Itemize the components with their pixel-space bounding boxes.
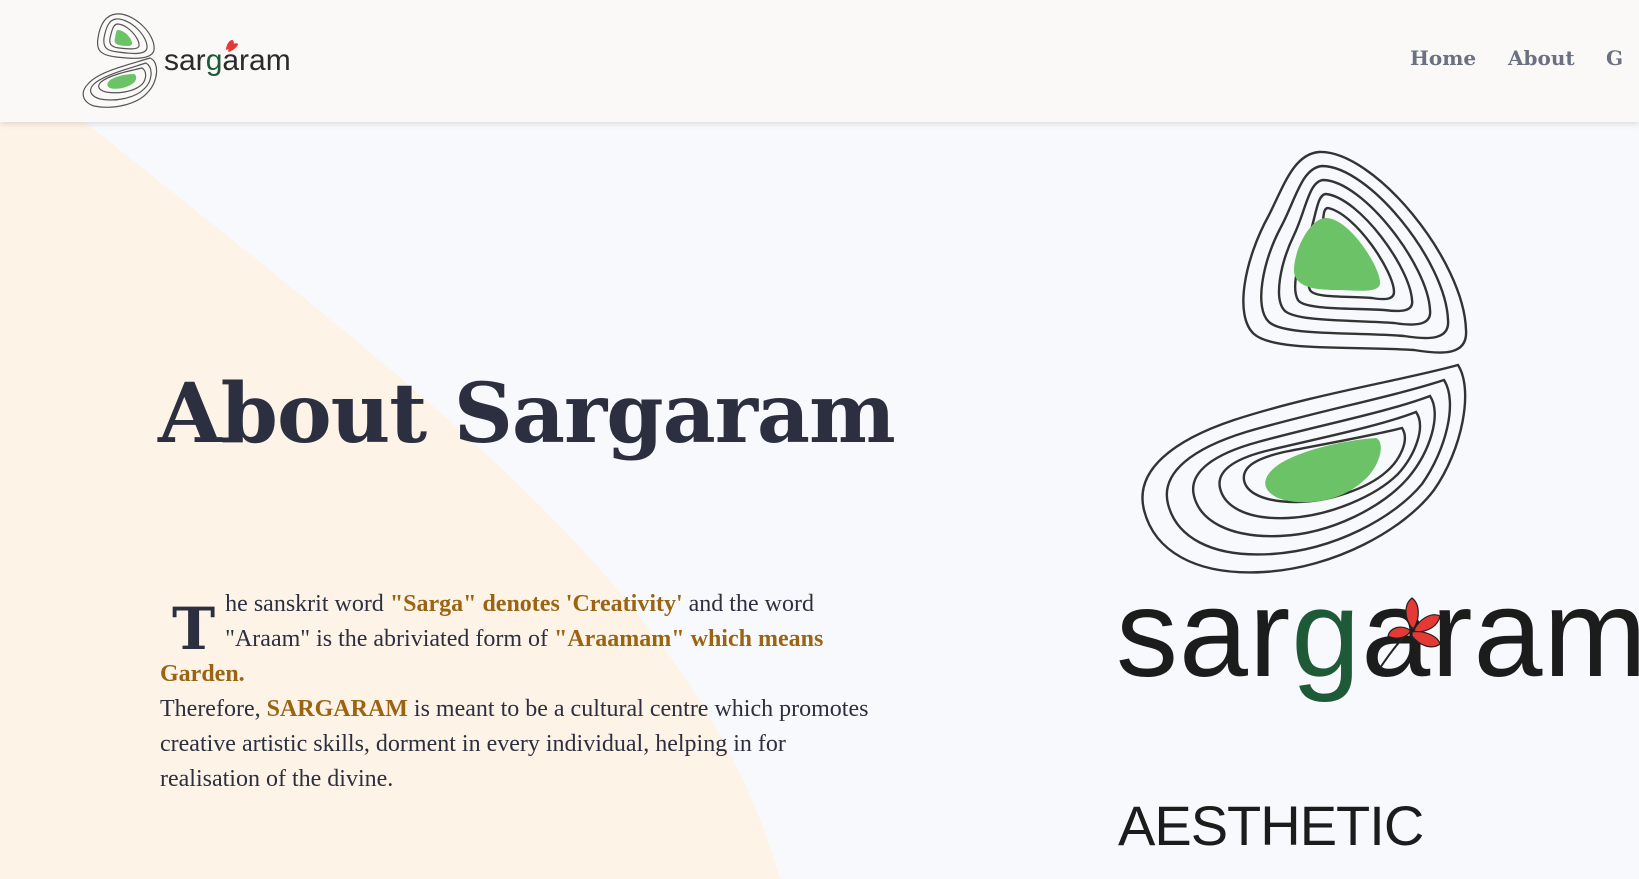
page-title: About Sargaram (158, 366, 896, 462)
drop-cap: T (172, 595, 216, 663)
sargaram-emblem (1141, 150, 1468, 574)
flower-icon (1379, 597, 1441, 669)
nav-about-link[interactable]: About (1508, 46, 1575, 70)
para-highlight: "Sarga" denotes 'Creativity' (389, 591, 683, 617)
para-text: Therefore, (160, 696, 267, 722)
brand-word-part: sar (1116, 565, 1292, 703)
brand-subtitle: AESTHETIC (1118, 794, 1424, 857)
para-highlight: SARGARAM (266, 696, 408, 722)
para-text: he sanskrit word (225, 591, 390, 617)
about-paragraph: The sanskrit word "Sarga" denotes 'Creat… (160, 587, 880, 797)
site-header: sargaram Home About G (0, 0, 1639, 122)
brand-word-g: g (1291, 565, 1362, 703)
nav-gallery-link[interactable]: G (1606, 46, 1623, 70)
sargaram-logo[interactable]: sargaram (78, 10, 308, 114)
nav-home-link[interactable]: Home (1410, 46, 1476, 70)
